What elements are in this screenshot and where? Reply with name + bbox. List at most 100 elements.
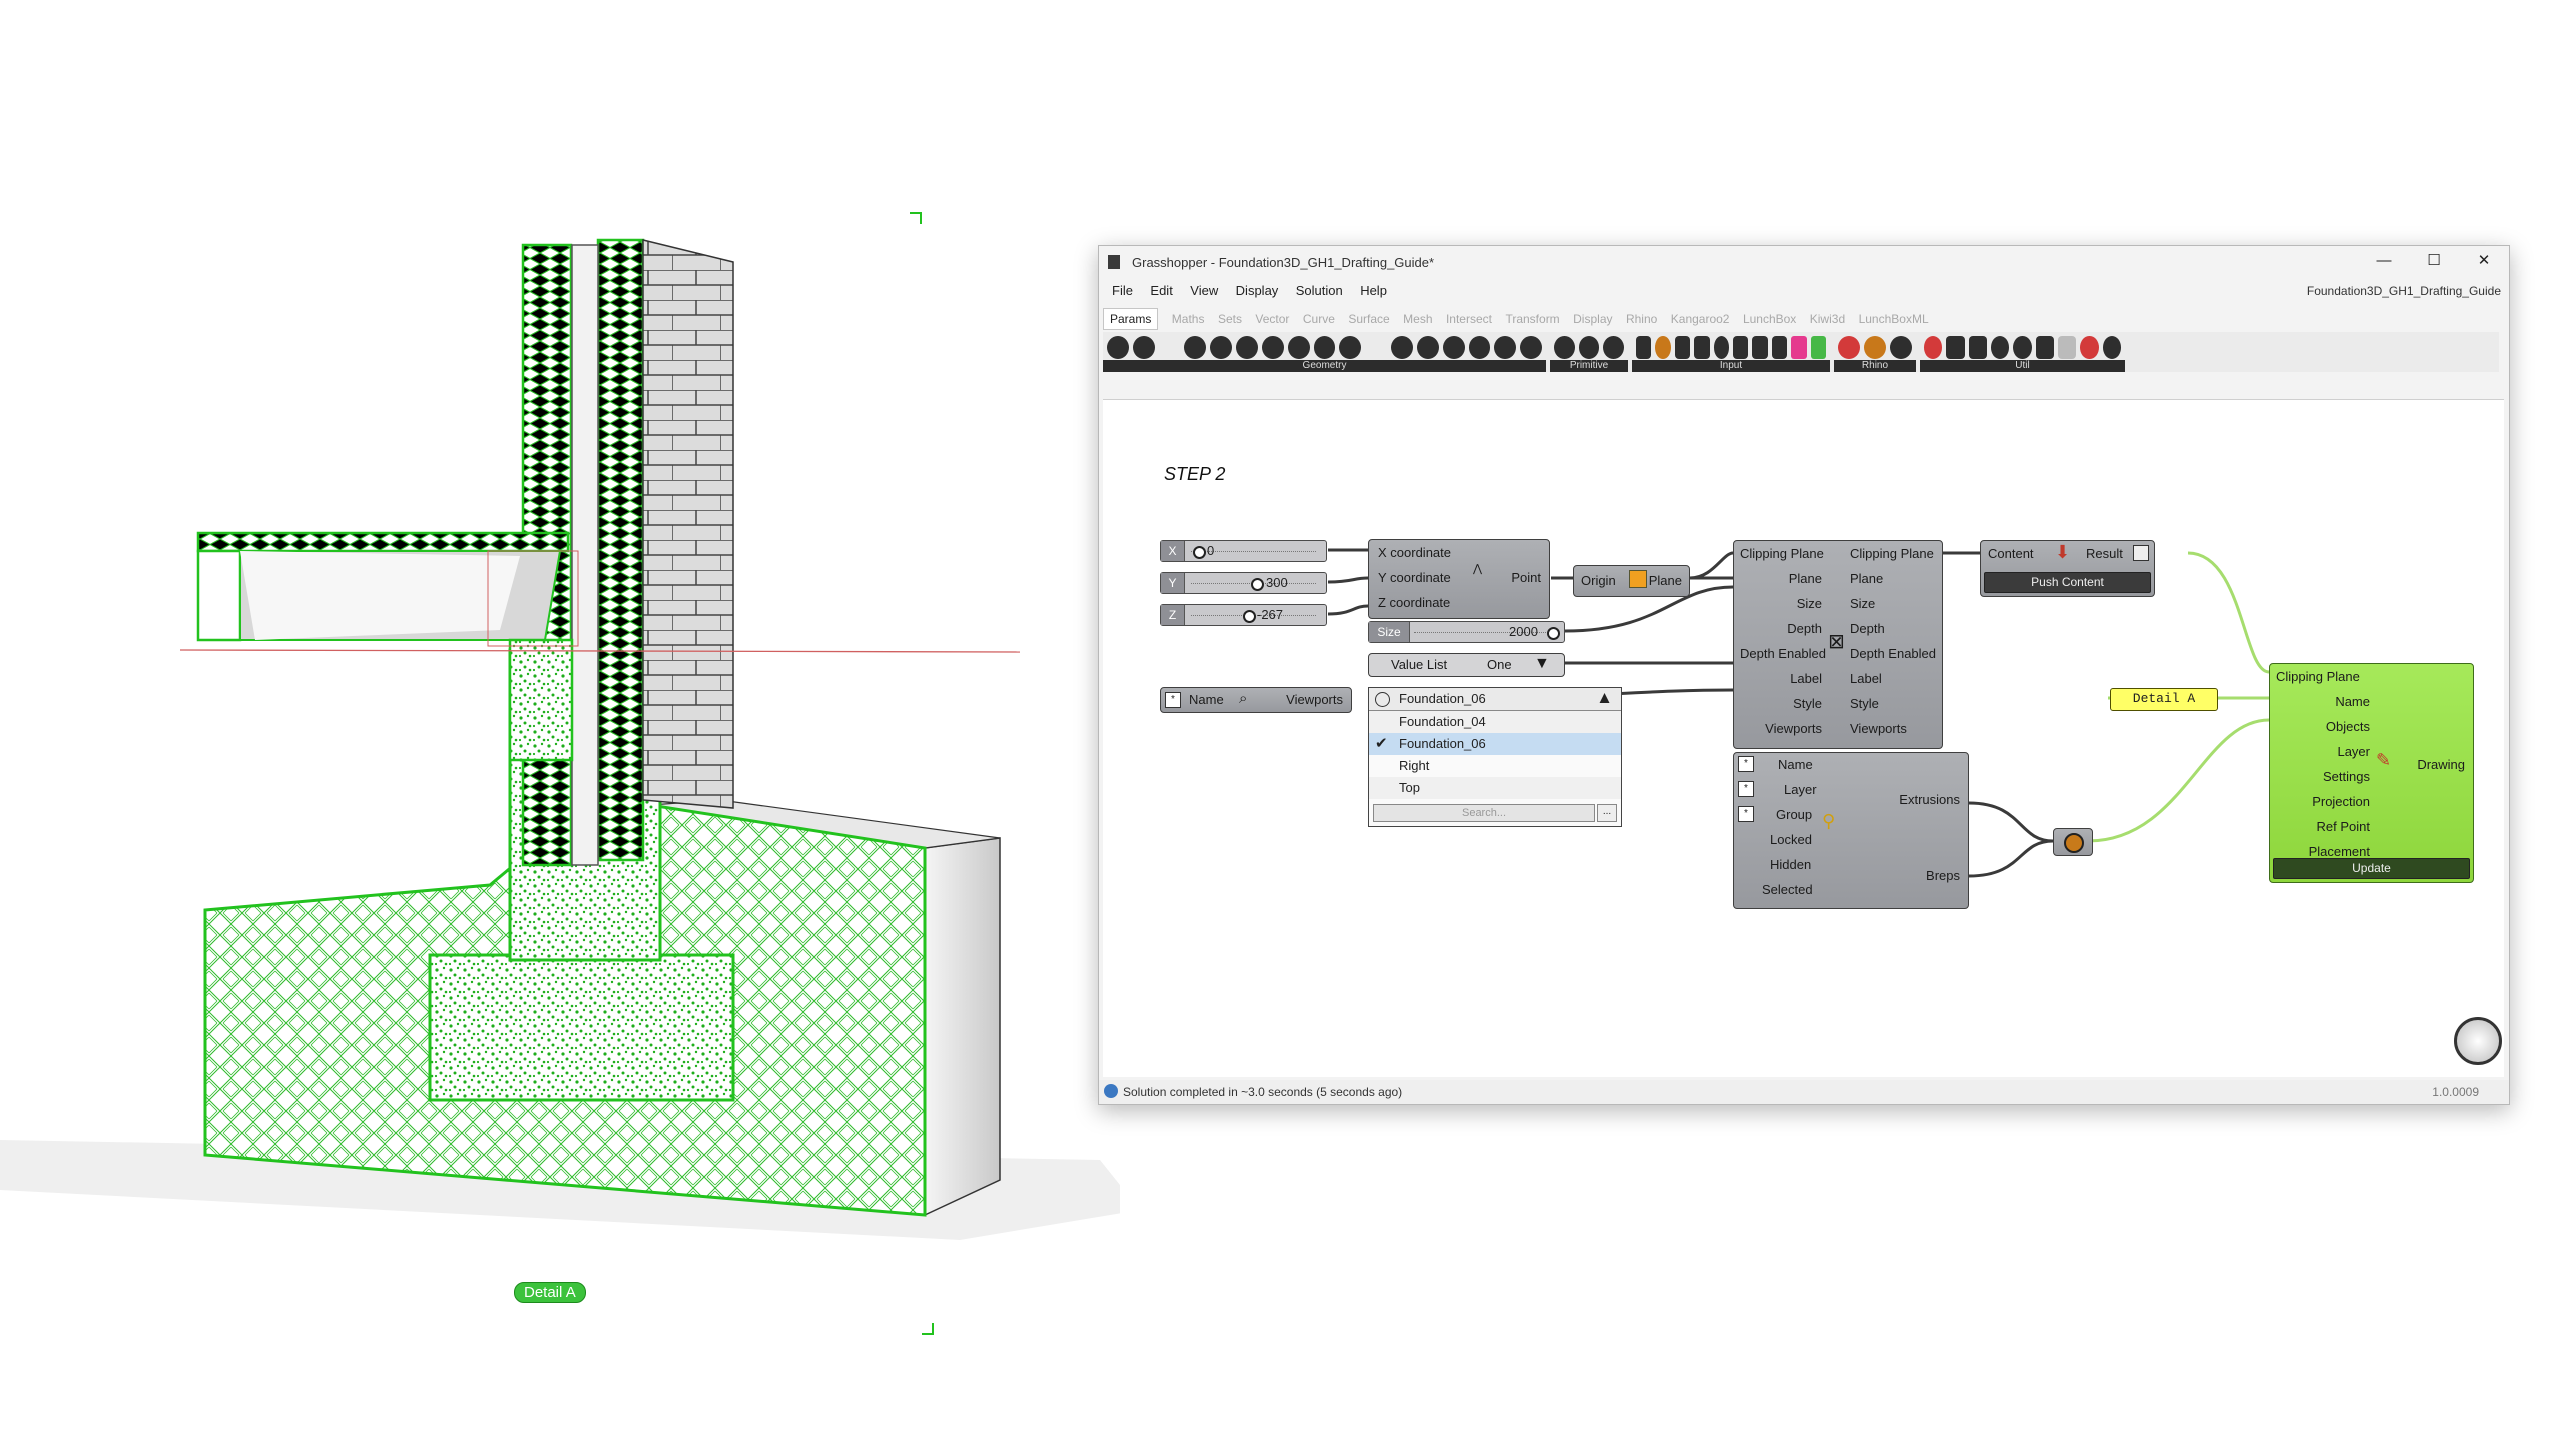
tab-surface[interactable]: Surface — [1348, 309, 1389, 329]
rhino-object-icon[interactable] — [1838, 336, 1860, 359]
input-depth-enabled[interactable]: Depth Enabled — [1740, 646, 1826, 661]
output-point[interactable]: Point — [1511, 570, 1541, 585]
slider-y[interactable]: Y 300 — [1160, 572, 1327, 594]
input-placement[interactable]: Placement — [2276, 844, 2370, 859]
rhino-viewport[interactable]: Detail A — [0, 0, 1120, 1440]
viewport-value-list[interactable]: Foundation_06 ▲ Foundation_04 ✔ Foundati… — [1368, 687, 1622, 827]
output-size[interactable]: Size — [1850, 596, 1875, 611]
tab-kangaroo2[interactable]: Kangaroo2 — [1671, 309, 1730, 329]
slider-knob[interactable] — [1243, 610, 1256, 623]
list-item-selected[interactable]: ✔ Foundation_06 — [1369, 733, 1621, 755]
slider-knob[interactable] — [1251, 578, 1264, 591]
input-z-coordinate[interactable]: Z coordinate — [1378, 595, 1450, 610]
menu-solution[interactable]: Solution — [1296, 280, 1343, 302]
size-slider[interactable]: Size 2000 — [1368, 621, 1565, 643]
grasshopper-window[interactable]: Grasshopper - Foundation3D_GH1_Drafting_… — [1098, 245, 2510, 1105]
output-extrusions[interactable]: Extrusions — [1899, 792, 1960, 807]
tab-intersect[interactable]: Intersect — [1446, 309, 1492, 329]
tab-lunchboxml[interactable]: LunchBoxML — [1859, 309, 1929, 329]
merge-component[interactable] — [2053, 828, 2093, 856]
tab-vector[interactable]: Vector — [1255, 309, 1289, 329]
dropdown-arrow-icon[interactable]: ▼ — [1534, 655, 1550, 673]
input-projection[interactable]: Projection — [2276, 794, 2370, 809]
cluster-icon[interactable] — [1968, 336, 1987, 359]
boolean-toggle-icon[interactable] — [1674, 336, 1691, 359]
boolean-icon[interactable] — [1554, 336, 1575, 359]
slider-knob[interactable] — [1547, 627, 1560, 640]
param-icon[interactable] — [1132, 336, 1155, 359]
input-clipping-plane[interactable]: Clipping Plane — [2276, 669, 2360, 684]
number-icon[interactable] — [1603, 336, 1625, 359]
input-label[interactable]: Label — [1740, 671, 1822, 686]
output-plane[interactable]: Plane — [1850, 571, 1883, 586]
tab-lunchbox[interactable]: LunchBox — [1743, 309, 1796, 329]
menu-display[interactable]: Display — [1236, 280, 1279, 302]
tab-curve[interactable]: Curve — [1303, 309, 1335, 329]
list-item[interactable]: Right — [1369, 755, 1621, 777]
fitness-icon[interactable] — [2013, 336, 2032, 359]
mesh-param-icon[interactable] — [1261, 336, 1284, 359]
group-param-icon[interactable] — [1468, 336, 1491, 359]
title-bar[interactable]: Grasshopper - Foundation3D_GH1_Drafting_… — [1099, 246, 2509, 278]
canvas-navigation-widget[interactable] — [2454, 1017, 2502, 1065]
gradient-icon[interactable] — [1791, 336, 1807, 359]
surface-param-icon[interactable] — [1236, 336, 1258, 359]
tab-mesh[interactable]: Mesh — [1403, 309, 1432, 329]
input-settings[interactable]: Settings — [2276, 769, 2370, 784]
timer-icon[interactable] — [2102, 336, 2121, 359]
output-depth-enabled[interactable]: Depth Enabled — [1850, 646, 1936, 661]
arrow-outline-icon[interactable] — [2057, 336, 2077, 359]
output-clipping-plane[interactable]: Clipping Plane — [1850, 546, 1934, 561]
tab-display[interactable]: Display — [1573, 309, 1612, 329]
point-param-icon[interactable] — [1339, 336, 1362, 359]
construct-point-component[interactable]: X coordinate Y coordinate Z coordinate ⋀… — [1368, 539, 1550, 619]
curve-param-icon[interactable] — [1210, 336, 1233, 359]
input-content[interactable]: Content — [1988, 546, 2034, 561]
tab-sets[interactable]: Sets — [1218, 309, 1242, 329]
detail-label-tag[interactable]: Detail A — [514, 1282, 586, 1303]
text-panel[interactable]: Detail A — [2110, 688, 2218, 711]
panel-icon[interactable] — [1694, 336, 1710, 359]
tab-transform[interactable]: Transform — [1505, 309, 1559, 329]
box-param-icon[interactable] — [1391, 336, 1413, 359]
output-viewports[interactable]: Viewports — [1286, 692, 1343, 707]
brep-param-icon[interactable] — [1416, 336, 1439, 359]
more-options-button[interactable]: ... — [1597, 804, 1617, 822]
viewports-component[interactable]: * Name ⌕ Viewports — [1160, 687, 1352, 713]
input-depth[interactable]: Depth — [1740, 621, 1822, 636]
line-param-icon[interactable] — [1287, 336, 1310, 359]
output-viewports[interactable]: Viewports — [1850, 721, 1907, 736]
slider-knob[interactable] — [1193, 546, 1206, 559]
collapse-arrow-icon[interactable]: ▲ — [1596, 688, 1613, 708]
input-plane[interactable]: Plane — [1740, 571, 1822, 586]
file-path-icon[interactable] — [1752, 336, 1768, 359]
tab-maths[interactable]: Maths — [1172, 309, 1205, 329]
slider-z[interactable]: Z -267 — [1160, 604, 1327, 626]
data-recorder-icon[interactable] — [1946, 336, 1965, 359]
input-objects[interactable]: Objects — [2276, 719, 2370, 734]
output-plane[interactable]: Plane — [1649, 573, 1682, 588]
flask-icon[interactable] — [2080, 336, 2099, 359]
drawing-component[interactable]: Clipping Plane Name Objects Layer Settin… — [2269, 663, 2474, 883]
list-item[interactable]: Foundation_04 — [1369, 711, 1621, 733]
clipping-plane-component[interactable]: Clipping Plane Plane Size Depth Depth En… — [1733, 540, 1943, 749]
xz-plane-component[interactable]: Origin Plane — [1573, 565, 1690, 597]
input-layer[interactable]: Layer — [2276, 744, 2370, 759]
checklist-icon[interactable] — [1771, 336, 1788, 359]
tab-kiwi3d[interactable]: Kiwi3d — [1810, 309, 1845, 329]
menu-help[interactable]: Help — [1360, 280, 1387, 302]
input-locked[interactable]: Locked — [1770, 832, 1812, 847]
input-name[interactable]: Name — [1189, 692, 1224, 707]
circle-param-icon[interactable] — [1184, 336, 1207, 359]
menu-view[interactable]: View — [1190, 280, 1218, 302]
rhino-layer-icon[interactable] — [1864, 336, 1886, 359]
button-icon[interactable] — [1636, 336, 1652, 359]
input-size[interactable]: Size — [1740, 596, 1822, 611]
input-clipping-plane[interactable]: Clipping Plane — [1740, 546, 1824, 561]
swatch-icon[interactable] — [1810, 336, 1827, 359]
query-objects-component[interactable]: * * * Name Layer Group Locked Hidden Sel… — [1733, 752, 1969, 909]
maximize-button[interactable]: ☐ — [2409, 246, 2459, 278]
input-origin[interactable]: Origin — [1581, 573, 1616, 588]
transform-param-icon[interactable] — [1494, 336, 1517, 359]
close-button[interactable]: ✕ — [2459, 246, 2509, 278]
